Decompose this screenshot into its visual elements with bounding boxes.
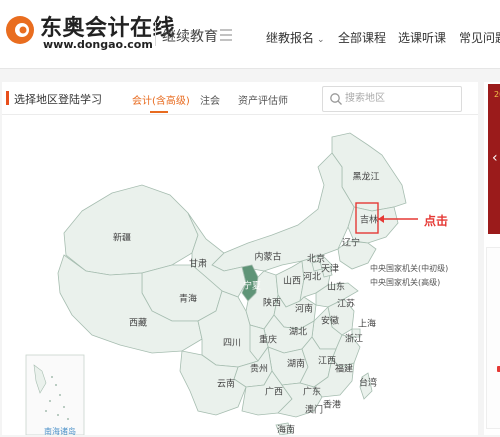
china-map (25, 132, 418, 435)
ad-banner[interactable]: 20 ‹ (488, 84, 500, 234)
dongao-logo-icon[interactable] (4, 14, 36, 46)
province-label-guizhou[interactable]: 贵州 (250, 362, 268, 375)
tab-cpa[interactable]: 注会 (200, 92, 220, 107)
province-label-zhejiang[interactable]: 浙江 (345, 332, 363, 345)
nav-select-courses[interactable]: 选课听课 (398, 29, 446, 46)
province-label-tibet[interactable]: 西藏 (129, 316, 147, 329)
province-label-jilin[interactable]: 吉林 (360, 213, 378, 226)
province-label-henan[interactable]: 河南 (295, 302, 313, 315)
chevron-down-icon: ⌄ (317, 35, 325, 45)
nav-enrollment[interactable]: 继教报名 ⌄ (266, 29, 325, 46)
province-label-guangdong[interactable]: 广东 (303, 385, 321, 398)
province-label-innermongolia[interactable]: 内蒙古 (254, 250, 281, 263)
province-label-hunan[interactable]: 湖南 (287, 357, 305, 370)
province-label-anhui[interactable]: 安徽 (321, 314, 339, 327)
province-label-hebei[interactable]: 河北 (303, 270, 321, 283)
central-org-junior-link[interactable]: 中央国家机关(中初级) (370, 263, 448, 274)
panel-header: 选择地区登陆学习 会计(含高级) 注会 资产评估师 (2, 82, 478, 115)
province-label-hongkong[interactable]: 香港 (323, 398, 341, 411)
click-hint-label: 点击 (424, 214, 449, 228)
region-search (322, 86, 462, 112)
province-label-qinghai[interactable]: 青海 (179, 292, 197, 305)
tab-asset-appraiser[interactable]: 资产评估师 (238, 92, 288, 107)
nav-all-courses[interactable]: 全部课程 (338, 29, 386, 46)
central-org-senior-link[interactable]: 中央国家机关(高级) (370, 277, 440, 288)
province-label-shandong[interactable]: 山东 (327, 280, 345, 293)
top-header: 东奥会计在线 www.dongao.com 继续教育 继教报名 ⌄ 全部课程 选课… (0, 0, 500, 69)
province-label-guangxi[interactable]: 广西 (265, 385, 283, 398)
province-label-ningxia[interactable]: 宁夏 (243, 279, 261, 292)
south-china-sea-inset[interactable] (25, 354, 85, 435)
south-china-sea-label: 南海诸岛 (44, 427, 76, 436)
nav-enrollment-label: 继教报名 (266, 31, 315, 45)
region-search-input[interactable] (345, 90, 455, 107)
province-label-jiangxi[interactable]: 江西 (318, 354, 336, 367)
search-icon[interactable] (329, 92, 343, 106)
brand-url[interactable]: www.dongao.com (43, 38, 153, 51)
province-label-shanxi[interactable]: 山西 (283, 274, 301, 287)
province-label-heilongjiang[interactable]: 黑龙江 (352, 170, 379, 183)
province-label-macau[interactable]: 澳门 (305, 403, 323, 416)
title-accent-bar (6, 91, 9, 105)
nav-faq[interactable]: 常见问题 (459, 29, 500, 46)
menu-lines-icon[interactable] (220, 28, 232, 42)
map-region-innermongolia[interactable] (211, 152, 355, 272)
province-label-hubei[interactable]: 湖北 (289, 325, 307, 338)
section-title[interactable]: 继续教育 (162, 26, 218, 46)
province-label-fujian[interactable]: 福建 (335, 362, 353, 375)
province-label-jiangsu[interactable]: 江苏 (337, 297, 355, 310)
side-info-box (486, 247, 500, 429)
active-tab-underline (150, 111, 168, 113)
right-sidebar: 20 ‹ (484, 82, 500, 435)
province-label-taiwan[interactable]: 台湾 (359, 376, 377, 389)
province-label-gansu[interactable]: 甘肃 (189, 257, 207, 270)
province-label-hainan[interactable]: 海南 (277, 423, 295, 436)
province-label-shanghai[interactable]: 上海 (358, 317, 376, 330)
province-label-tianjin[interactable]: 天津 (321, 262, 339, 275)
ad-banner-text: 20 (494, 90, 500, 99)
chevron-left-icon[interactable]: ‹ (492, 150, 498, 166)
province-label-chongqing[interactable]: 重庆 (259, 333, 277, 346)
region-select-panel: 选择地区登陆学习 会计(含高级) 注会 资产评估师 搜索地区 黑龙江 吉林 辽宁… (2, 82, 478, 436)
panel-title: 选择地区登陆学习 (14, 93, 102, 106)
province-label-shaanxi[interactable]: 陕西 (263, 296, 281, 309)
header-divider (155, 22, 156, 46)
province-label-xinjiang[interactable]: 新疆 (113, 231, 131, 244)
tab-accounting[interactable]: 会计(含高级) (132, 92, 190, 107)
province-label-liaoning[interactable]: 辽宁 (342, 236, 360, 249)
province-label-yunnan[interactable]: 云南 (217, 377, 235, 390)
province-label-sichuan[interactable]: 四川 (223, 336, 241, 349)
